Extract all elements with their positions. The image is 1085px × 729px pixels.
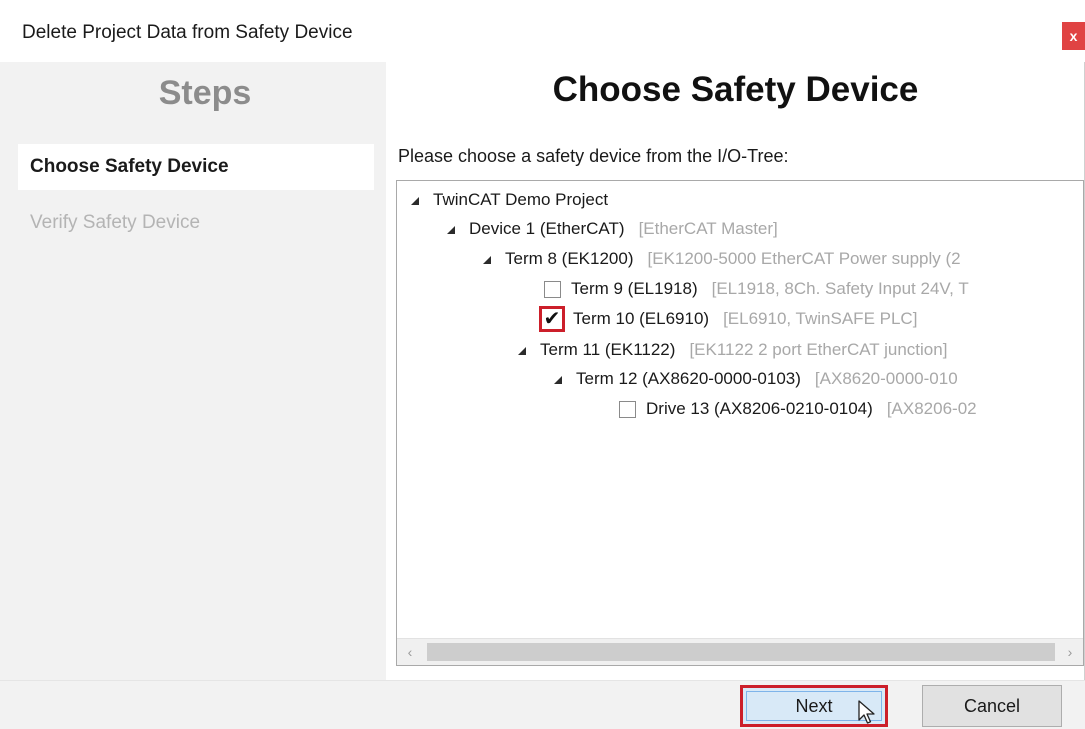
term-9-checkbox[interactable] xyxy=(544,280,561,298)
tree-node-label: Term 9 (EL1918) xyxy=(571,279,698,298)
checkmark-icon: ✔ xyxy=(543,308,561,330)
tree-node-label: Term 10 (EL6910) xyxy=(573,309,710,328)
step-label: Verify Safety Device xyxy=(30,212,201,233)
scroll-right-arrow-icon[interactable]: › xyxy=(1057,639,1083,665)
dialog-window: Delete Project Data from Safety Device x… xyxy=(0,0,1085,729)
tree-node-description: [EL6910, TwinSAFE PLC] xyxy=(723,309,918,328)
window-title: Delete Project Data from Safety Device xyxy=(22,22,353,43)
cancel-button[interactable]: Cancel xyxy=(922,685,1062,727)
horizontal-scrollbar[interactable]: ‹ › xyxy=(397,638,1083,665)
button-bar: Next Cancel xyxy=(0,680,1085,729)
expand-triangle-icon[interactable] xyxy=(447,226,455,234)
tree-node-label: TwinCAT Demo Project xyxy=(433,190,609,209)
tree-node-term-9[interactable]: Term 9 (EL1918) [EL1918, 8Ch. Safety Inp… xyxy=(544,277,969,301)
tree-node-label: Term 8 (EK1200) xyxy=(505,249,634,268)
steps-heading: Steps xyxy=(158,74,252,112)
expand-triangle-icon[interactable] xyxy=(518,347,526,355)
tree-node-label: Drive 13 (AX8206-0210-0104) xyxy=(646,399,873,418)
tree-node-twincat-demo-project[interactable]: TwinCAT Demo Project xyxy=(411,188,608,212)
tree-node-description: [AX8206-02 xyxy=(886,399,977,418)
tree-node-term-8[interactable]: Term 8 (EK1200) [EK1200-5000 EtherCAT Po… xyxy=(483,247,961,271)
tree-node-description: [EL1918, 8Ch. Safety Input 24V, T xyxy=(711,279,969,298)
expand-triangle-icon[interactable] xyxy=(483,256,491,264)
tree-node-drive-13[interactable]: Drive 13 (AX8206-0210-0104) [AX8206-02 xyxy=(619,397,977,421)
scrollbar-thumb[interactable] xyxy=(427,643,1055,661)
page-title: Choose Safety Device xyxy=(552,70,919,109)
term-10-checkbox[interactable]: ✔ xyxy=(539,306,565,332)
cancel-button-label: Cancel xyxy=(963,695,1021,716)
drive-13-checkbox[interactable] xyxy=(619,400,636,418)
expand-triangle-icon[interactable] xyxy=(411,197,419,205)
tree-node-description: [EtherCAT Master] xyxy=(638,219,778,238)
expand-triangle-icon[interactable] xyxy=(554,376,562,384)
tree-node-device-1[interactable]: Device 1 (EtherCAT) [EtherCAT Master] xyxy=(447,217,778,241)
title-bar: Delete Project Data from Safety Device x xyxy=(0,0,1085,62)
instruction-text: Please choose a safety device from the I… xyxy=(398,146,789,166)
next-button-label: Next xyxy=(795,695,833,716)
step-verify-safety-device: Verify Safety Device xyxy=(18,200,374,246)
tree-node-description: [EK1122 2 port EtherCAT junction] xyxy=(689,340,948,359)
steps-panel: Steps Choose Safety Device Verify Safety… xyxy=(0,62,386,680)
tree-node-term-10[interactable]: ✔ Term 10 (EL6910) [EL6910, TwinSAFE PLC… xyxy=(539,305,918,333)
step-label: Choose Safety Device xyxy=(30,156,229,177)
tree-node-label: Device 1 (EtherCAT) xyxy=(469,219,625,238)
tree-node-description: [AX8620-0000-010 xyxy=(814,369,958,388)
scroll-left-arrow-icon[interactable]: ‹ xyxy=(397,639,423,665)
step-choose-safety-device: Choose Safety Device xyxy=(18,144,374,190)
tree-node-term-11[interactable]: Term 11 (EK1122) [EK1122 2 port EtherCAT… xyxy=(518,338,947,362)
tree-node-label: Term 11 (EK1122) xyxy=(540,340,676,359)
tree-node-term-12[interactable]: Term 12 (AX8620-0000-0103) [AX8620-0000-… xyxy=(554,367,958,391)
close-button[interactable]: x xyxy=(1062,22,1085,50)
tree-node-description: [EK1200-5000 EtherCAT Power supply (2 xyxy=(647,249,961,268)
tree-node-label: Term 12 (AX8620-0000-0103) xyxy=(576,369,801,388)
mouse-pointer-icon xyxy=(858,700,875,724)
io-tree[interactable]: TwinCAT Demo Project Device 1 (EtherCAT)… xyxy=(396,180,1084,666)
close-icon: x xyxy=(1069,28,1078,44)
